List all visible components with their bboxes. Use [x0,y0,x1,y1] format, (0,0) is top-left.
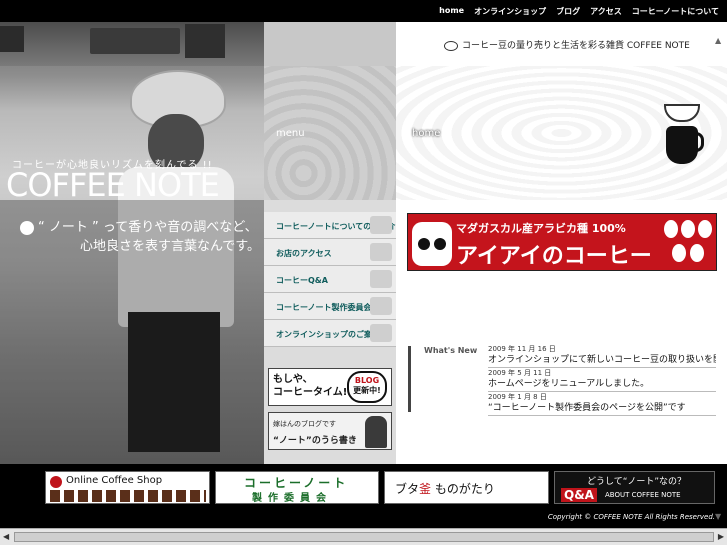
scroll-up-icon[interactable]: ▲ [715,36,721,45]
news-date: 2009 年 5 月 11 日 [488,369,552,377]
note-blog-banner[interactable]: 嫁はんのブログです “ノート”のうら書き [268,412,392,450]
coffee-pot-handle [694,132,704,152]
about-qa-banner[interactable]: どうして“ノート”なの？ Q&A ABOUT COFFEE NOTE [554,471,715,504]
news-accent-bar [408,346,411,412]
committee-banner-line-2: 製作委員会 [252,493,332,504]
menu-column-top [264,22,396,66]
scroll-left-icon[interactable]: ◀ [3,532,9,541]
about-banner-subtitle: ABOUT COFFEE NOTE [605,491,681,499]
brand-message: “ ノート ” って香りや音の調べなど、 心地良さを表す言葉なんです。 [20,218,260,256]
blog-badge-status: 更新中! [353,386,381,395]
scrollbar-thumb[interactable] [14,532,714,542]
news-link[interactable]: オンラインショップにて新しいコーヒー豆の取り扱いを開始しました。 [488,354,716,366]
nav-access-link[interactable]: アクセス [590,6,622,17]
online-shop-banner-label: Online Coffee Shop [66,475,163,486]
about-banner-question: どうして“ノート”なの？ [587,477,687,487]
news-item: 2009 年 5 月 11 日 ホームページをリニューアルしました。 [488,368,716,392]
map-icon [370,243,392,261]
top-navigation: home オンラインショップ ブログ アクセス コーヒーノートについて [0,0,727,22]
blog-badge-title: BLOG [354,376,380,385]
ad-line-2: アイアイのコーヒー [456,244,652,269]
photo-truck [185,24,225,58]
menu-item-committee[interactable]: コーヒーノート製作委員会 [264,293,396,320]
menu-item-label: オンラインショップのご案内 [276,330,380,339]
news-date: 2009 年 11 月 16 日 [488,345,556,353]
menu-item-label: コーヒーノート製作委員会 [276,303,372,312]
blog-badge: BLOG 更新中! [347,371,387,403]
blog-banner[interactable]: もしや、 コーヒータイム!? BLOG 更新中! [268,368,392,406]
brand-message-line-2: 心地良さを表す言葉なんです。 [79,239,260,254]
aiai-coffee-ad-banner[interactable]: マダガスカル産アラビカ種 100% アイアイのコーヒー [407,213,717,271]
nav-about-link[interactable]: コーヒーノートについて [632,6,719,17]
note-banner-caption: 嫁はんのブログです [273,420,336,428]
coffee-bean-icon [20,221,34,235]
menu-item-about[interactable]: コーヒーノートについてのご紹介 [264,212,396,239]
cat-icon [370,270,392,288]
nav-home-link[interactable]: home [439,6,464,17]
coffee-note-logo-icon [444,40,458,51]
buta-gama-story-banner[interactable]: ブタ釜 ものがたり [384,471,549,504]
buta-gama-banner-text: ブタ釜 ものがたり [395,482,495,496]
coffee-dripper-icon [660,104,704,168]
news-link[interactable]: “コーヒーノート製作委員会のページを公開”です [488,402,716,414]
page: home オンラインショップ ブログ アクセス コーヒーノートについて コーヒー… [0,0,727,545]
photo-truck [90,28,180,54]
site-subtitle-text: コーヒー豆の量り売りと生活を彩る雑貨 COFFEE NOTE [462,41,690,51]
blog-banner-text: もしや、 コーヒータイム!? [273,374,354,398]
news-date: 2009 年 1 月 8 日 [488,393,547,401]
nav-shop-link[interactable]: オンラインショップ [474,6,546,17]
coffee-beans-icon [664,220,712,266]
qa-badge: Q&A [561,488,597,502]
brand-message-line-1: “ ノート ” って香りや音の調べなど、 [38,220,258,235]
committee-banner[interactable]: コーヒーノート 製作委員会 [215,471,379,504]
scroll-down-icon[interactable]: ▼ [715,512,721,521]
menu-item-access[interactable]: お店のアクセス [264,239,396,266]
aye-aye-icon [412,222,452,266]
news-link[interactable]: ホームページをリニューアルしました。 [488,378,716,390]
coffee-bags-image [50,490,206,502]
vertical-scrollbar[interactable]: ▲ ▼ [715,22,727,528]
photo-truck [0,26,24,52]
menu-item-label: コーヒーQ&A [276,276,328,285]
chair-icon [370,216,392,234]
news-item: 2009 年 1 月 8 日 “コーヒーノート製作委員会のページを公開”です [488,392,716,416]
scroll-right-icon[interactable]: ▶ [718,532,724,541]
bag-icon [370,324,392,342]
news-heading: What's New [424,346,478,355]
horizontal-scrollbar[interactable]: ◀ ▶ [0,528,727,545]
menu-item-label: お店のアクセス [276,249,332,258]
menu-item-qa[interactable]: コーヒーQ&A [264,266,396,293]
menu-heading: menu [276,128,305,139]
frame-icon [370,297,392,315]
news-item: 2009 年 11 月 16 日 オンラインショップにて新しいコーヒー豆の取り扱… [488,344,716,368]
menu-item-shop[interactable]: オンラインショップのご案内 [264,320,396,347]
side-menu: コーヒーノートについてのご紹介 お店のアクセス コーヒーQ&A コーヒーノート製… [264,212,396,347]
ad-line-1: マダガスカル産アラビカ種 100% [456,222,626,235]
section-heading-home: home [412,128,441,139]
arrow-circle-icon [50,476,62,488]
online-shop-banner[interactable]: Online Coffee Shop [45,471,210,504]
nav-blog-link[interactable]: ブログ [556,6,580,17]
brand-logo-title[interactable]: COFFEE NOTE [6,166,220,204]
dripper-cup [664,104,700,122]
copyright-text: Copyright © COFFEE NOTE All Rights Reser… [547,513,715,521]
note-banner-title: “ノート”のうら書き [273,436,357,446]
cat-icon [365,416,387,448]
site-subtitle: コーヒー豆の量り売りと生活を彩る雑貨 COFFEE NOTE [444,38,690,51]
news-list: 2009 年 11 月 16 日 オンラインショップにて新しいコーヒー豆の取り扱… [488,344,716,416]
